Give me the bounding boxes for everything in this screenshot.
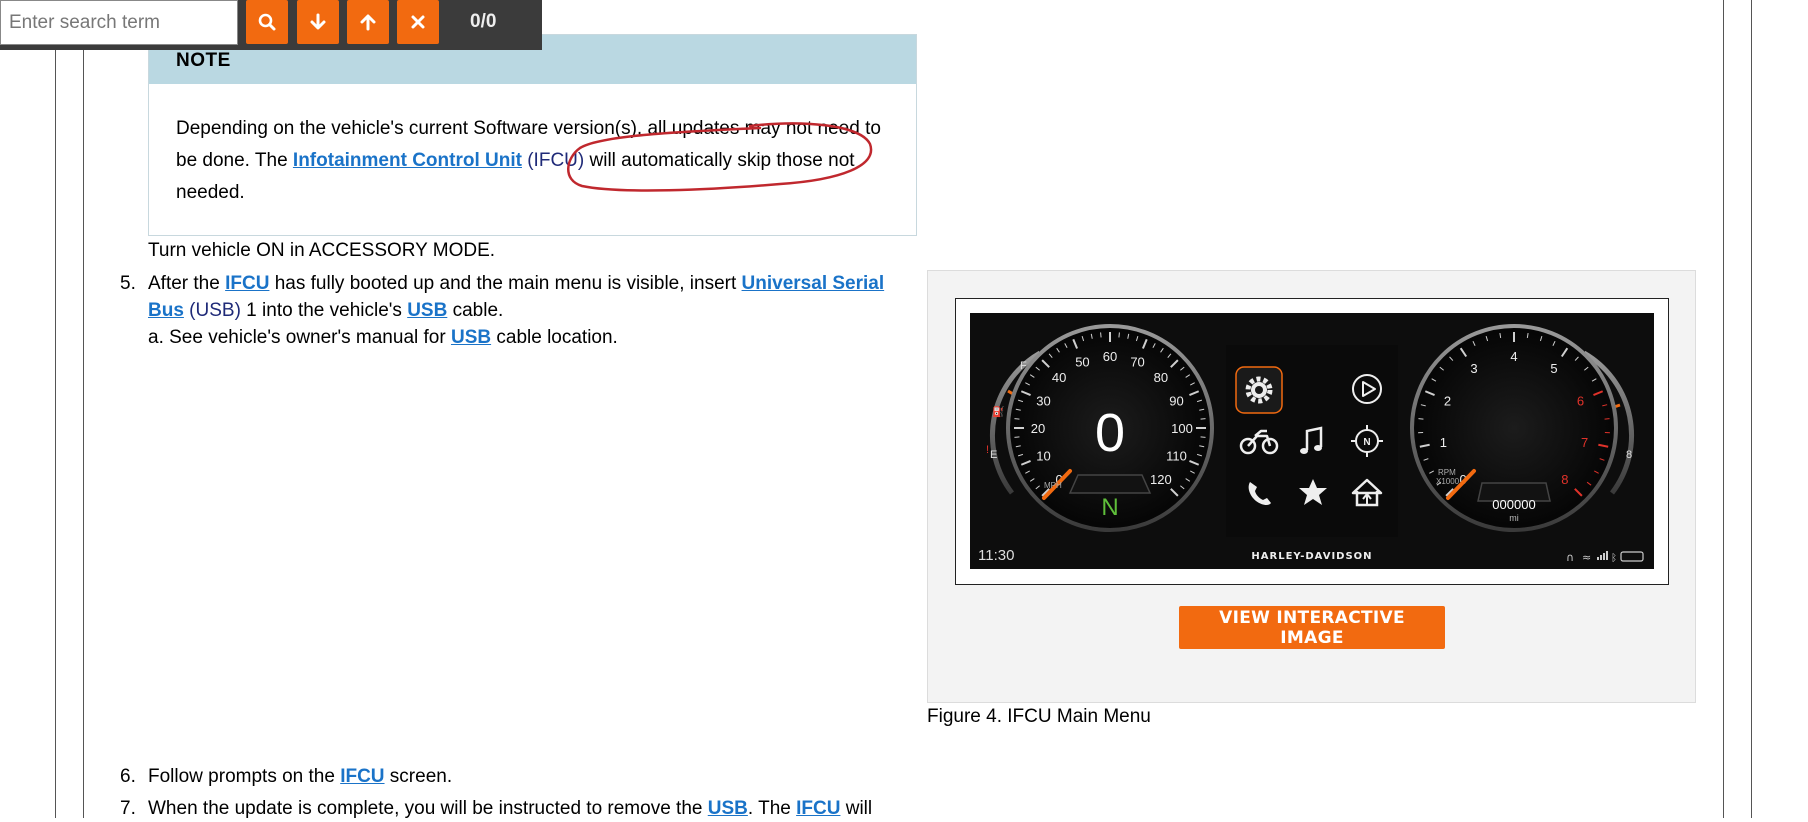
center-menu: N	[1226, 345, 1398, 537]
document-page: 0/0 NOTE Depending on the vehicle's curr…	[0, 0, 1808, 818]
step-4-text: Turn vehicle ON in ACCESSORY MODE.	[148, 237, 495, 264]
rpm-multiplier-label: X1000	[1436, 477, 1460, 486]
link-usb-location[interactable]: USB	[451, 327, 491, 348]
temp-low-label: 8	[1626, 449, 1632, 461]
headset-icon: ∩	[1566, 551, 1574, 564]
speed-readout: 0	[1095, 403, 1125, 463]
rpm-unit-label: RPM	[1438, 468, 1456, 477]
speedometer: 0102030405060708090100110120 0 MPH N	[1008, 326, 1212, 530]
gauge-tick-label: 4	[1510, 349, 1517, 364]
gauge-tick-label: 50	[1075, 354, 1089, 369]
gauge-tick-label: 20	[1031, 421, 1045, 436]
figure-image-frame: F E ! ⛽ 16 8 010203040506070809010011012…	[955, 298, 1669, 585]
close-search-button[interactable]	[397, 0, 439, 44]
note-body: Depending on the vehicle's current Softw…	[149, 84, 916, 209]
tachometer: 012345678 RPM X1000 000000 mi	[1412, 326, 1616, 530]
close-icon	[408, 12, 428, 32]
gauge-tick-label: 30	[1036, 393, 1050, 408]
next-match-button[interactable]	[297, 0, 339, 44]
step-7-text-b: . The	[748, 798, 796, 819]
dashboard-illustration: F E ! ⛽ 16 8 010203040506070809010011012…	[970, 313, 1654, 569]
step-5-text-d: cable.	[447, 300, 503, 321]
fuel-empty-label: E	[990, 449, 997, 461]
abbr-ifcu: (IFCU)	[522, 150, 584, 171]
gauge-tick-label: 2	[1444, 393, 1451, 408]
gear-readout: N	[1101, 494, 1118, 521]
gauge-tick-label: 110	[1166, 449, 1187, 464]
step-5-text: After the IFCU has fully booted up and t…	[148, 270, 908, 351]
step-6-number: 6.	[120, 763, 136, 790]
gauge-tick-label: 100	[1171, 421, 1193, 436]
speed-unit-label: MPH	[1044, 481, 1062, 490]
view-interactive-image-button[interactable]: VIEW INTERACTIVE IMAGE	[1179, 606, 1445, 649]
step-6-text: Follow prompts on the IFCU screen.	[148, 763, 452, 790]
gauge-tick-label: 8	[1561, 472, 1568, 487]
link-usb-remove[interactable]: USB	[708, 798, 748, 819]
svg-text:N: N	[1363, 437, 1370, 448]
link-infotainment-control-unit[interactable]: Infotainment Control Unit	[293, 150, 522, 171]
link-ifcu[interactable]: IFCU	[225, 273, 269, 294]
page-border-left-inner	[83, 0, 84, 818]
step-5-text-a: After the	[148, 273, 225, 294]
gauge-tick-label: 80	[1154, 370, 1168, 385]
figure-caption: Figure 4. IFCU Main Menu	[927, 706, 1151, 728]
link-ifcu-screen[interactable]: IFCU	[340, 766, 384, 787]
link-usb[interactable]: USB	[407, 300, 447, 321]
step-7-text-c: will	[840, 798, 872, 819]
step-5-text-b: has fully booted up and the main menu is…	[269, 273, 741, 294]
search-toolbar: 0/0	[0, 0, 542, 50]
gauge-tick-label: 10	[1036, 449, 1050, 464]
signal-icon	[1597, 551, 1608, 560]
step-7-text-a: When the update is complete, you will be…	[148, 798, 708, 819]
search-button[interactable]	[246, 0, 288, 44]
figure-panel: F E ! ⛽ 16 8 010203040506070809010011012…	[927, 270, 1696, 703]
brand-logo: HARLEY-DAVIDSON	[1251, 551, 1372, 562]
gauge-tick-label: 40	[1052, 370, 1066, 385]
search-input[interactable]	[0, 0, 238, 45]
previous-match-button[interactable]	[347, 0, 389, 44]
gauge-tick-label: 1	[1440, 435, 1447, 450]
gear-indicator-frame	[1070, 475, 1150, 493]
fuel-pump-icon: ⛽	[992, 405, 1004, 418]
gauge-tick-label: 120	[1150, 472, 1172, 487]
step-6-text-b: screen.	[385, 766, 453, 787]
page-border-right-inner	[1723, 0, 1724, 818]
ifcu-main-menu-screen: F E ! ⛽ 16 8 010203040506070809010011012…	[970, 313, 1654, 569]
gauge-tick-label: 70	[1130, 354, 1144, 369]
arrow-up-icon	[358, 12, 378, 32]
step-5a-text: a. See vehicle's owner's manual for	[148, 327, 451, 348]
gauge-tick-label: 60	[1103, 349, 1117, 364]
page-border-right-outer	[1751, 0, 1752, 818]
step-5-number: 5.	[120, 270, 136, 297]
bluetooth-icon: ᛒ	[1611, 553, 1617, 564]
odometer-readout: 000000	[1492, 497, 1535, 512]
fuel-warning-icon: !	[986, 444, 989, 456]
battery-icon	[1621, 552, 1643, 561]
gauge-tick-label: 90	[1169, 393, 1183, 408]
clock-readout: 11:30	[978, 547, 1014, 564]
step-5a-text-end: cable location.	[491, 327, 618, 348]
abbr-usb: (USB)	[184, 300, 241, 321]
arrow-down-icon	[308, 12, 328, 32]
odometer-unit: mi	[1509, 513, 1519, 523]
step-5-text-c: 1 into the vehicle's	[241, 300, 407, 321]
search-icon	[257, 12, 277, 32]
gauge-tick-label: 3	[1470, 361, 1477, 376]
gauge-tick-label: 7	[1581, 435, 1588, 450]
step-6-text-a: Follow prompts on the	[148, 766, 340, 787]
match-counter: 0/0	[470, 0, 496, 44]
link-ifcu-step-7[interactable]: IFCU	[796, 798, 840, 819]
gauge-tick-label: 6	[1577, 393, 1584, 408]
note-box: NOTE Depending on the vehicle's current …	[148, 34, 917, 236]
page-border-left-outer	[55, 0, 56, 818]
wifi-icon: ≈	[1582, 551, 1591, 564]
status-icons: ∩ ≈ ᛒ	[1566, 551, 1643, 564]
gauge-tick-label: 5	[1550, 361, 1557, 376]
